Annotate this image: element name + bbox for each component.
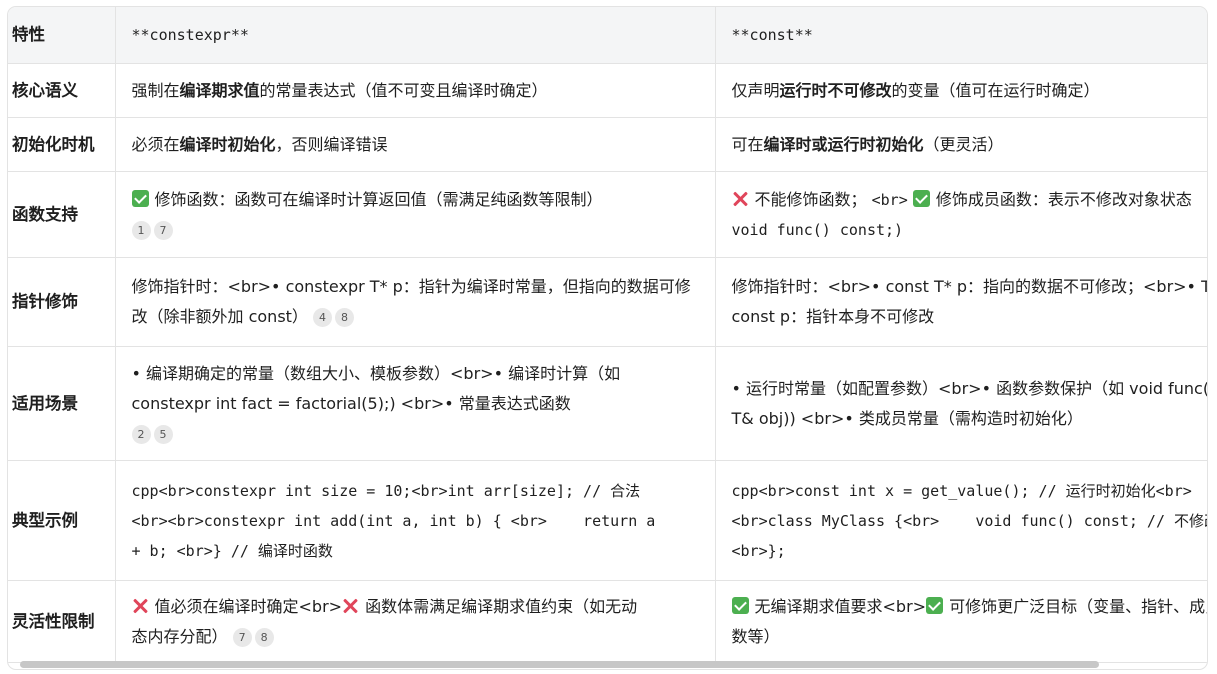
row-feature-label: 指针修饰 — [8, 257, 116, 347]
table-row: 适用场景 • 编译期确定的常量（数组大小、模板参数）<br>• 编译时计算（如 … — [8, 346, 1207, 461]
row-feature-label: 灵活性限制 — [8, 580, 116, 663]
header-const: **const** — [715, 7, 1207, 64]
cell-const: • 运行时常量（如配置参数）<br>• 函数参数保护（如 void func(c… — [715, 346, 1207, 461]
cell-const: 无编译期求值要求<br>可修饰更广泛目标（变量、指针、成员函 数等） — [715, 580, 1207, 663]
table-header-row: 特性 **constexpr** **const** — [8, 7, 1207, 64]
cross-icon — [342, 597, 359, 614]
row-feature-label: 初始化时机 — [8, 117, 116, 172]
row-feature-label: 适用场景 — [8, 346, 116, 461]
check-icon — [926, 596, 944, 614]
comparison-table-container: 特性 **constexpr** **const** 核心语义 强制在编译期求值… — [7, 6, 1208, 670]
citation-badge[interactable]: 5 — [153, 424, 173, 444]
table-row: 初始化时机 必须在编译时初始化，否则编译错误 可在编译时或运行时初始化（更灵活） — [8, 117, 1207, 172]
check-icon — [731, 596, 749, 614]
table-row: 函数支持 修饰函数：函数可在编译时计算返回值（需满足纯函数等限制） 17 不能修… — [8, 171, 1207, 258]
cell-constexpr: cpp<br>constexpr int size = 10;<br>int a… — [115, 460, 716, 581]
cell-constexpr: 修饰函数：函数可在编译时计算返回值（需满足纯函数等限制） 17 — [115, 171, 716, 258]
cell-const: 不能修饰函数； <br> 修饰成员函数：表示不修改对象状态 void func(… — [715, 171, 1207, 258]
cell-const: cpp<br>const int x = get_value(); // 运行时… — [715, 460, 1207, 581]
table-row: 灵活性限制 值必须在编译时确定<br> 函数体需满足编译期求值约束（如无动 态内存… — [8, 580, 1207, 663]
cross-icon — [732, 190, 749, 207]
cell-constexpr: 强制在编译期求值的常量表达式（值不可变且编译时确定） — [115, 63, 716, 118]
cross-icon — [132, 597, 149, 614]
cell-const: 仅声明运行时不可修改的变量（值可在运行时确定） — [715, 63, 1207, 118]
citation-badge[interactable]: 2 — [131, 424, 151, 444]
cell-constexpr: 必须在编译时初始化，否则编译错误 — [115, 117, 716, 172]
table-row: 指针修饰 修饰指针时：<br>• constexpr T* p：指针为编译时常量… — [8, 257, 1207, 347]
citation-badge[interactable]: 8 — [335, 308, 355, 327]
row-feature-label: 典型示例 — [8, 460, 116, 581]
check-icon — [912, 189, 930, 207]
cell-const: 可在编译时或运行时初始化（更灵活） — [715, 117, 1207, 172]
cell-constexpr: 修饰指针时：<br>• constexpr T* p：指针为编译时常量，但指向的… — [115, 257, 716, 347]
cell-constexpr: • 编译期确定的常量（数组大小、模板参数）<br>• 编译时计算（如 const… — [115, 346, 716, 461]
citation-badge[interactable]: 8 — [254, 627, 274, 647]
header-constexpr: **constexpr** — [115, 7, 716, 64]
cell-constexpr: 值必须在编译时确定<br> 函数体需满足编译期求值约束（如无动 态内存分配） 78 — [115, 580, 716, 663]
row-feature-label: 核心语义 — [8, 63, 116, 118]
row-feature-label: 函数支持 — [8, 171, 116, 258]
comparison-table: 特性 **constexpr** **const** 核心语义 强制在编译期求值… — [8, 7, 1207, 663]
citation-badge[interactable]: 4 — [313, 308, 333, 327]
horizontal-scrollbar[interactable] — [20, 661, 1099, 668]
citation-badge[interactable]: 7 — [153, 220, 173, 240]
table-row: 典型示例 cpp<br>constexpr int size = 10;<br>… — [8, 460, 1207, 581]
citation-badge[interactable]: 1 — [131, 220, 151, 240]
header-feature: 特性 — [8, 7, 116, 64]
cell-const: 修饰指针时：<br>• const T* p：指向的数据不可修改；<br>• T… — [715, 257, 1207, 347]
citation-badge[interactable]: 7 — [232, 627, 252, 647]
check-icon — [131, 189, 149, 207]
table-row: 核心语义 强制在编译期求值的常量表达式（值不可变且编译时确定） 仅声明运行时不可… — [8, 63, 1207, 118]
